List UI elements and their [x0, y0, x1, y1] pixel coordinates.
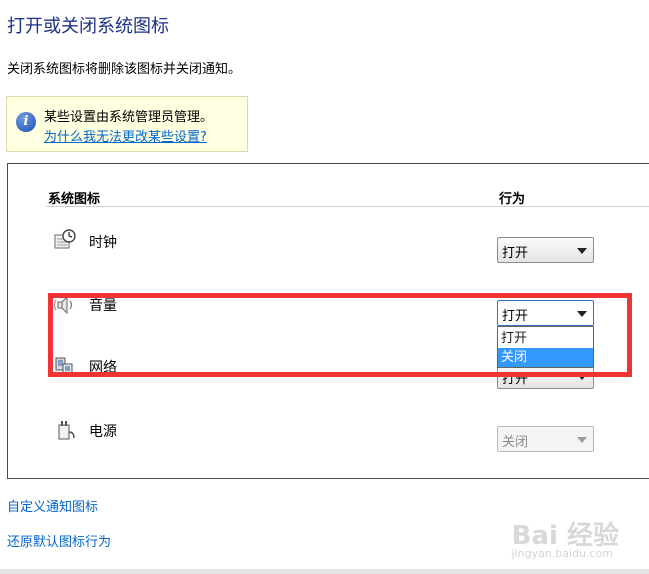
admin-info-box: i 某些设置由系统管理员管理。 为什么我无法更改某些设置?	[6, 96, 248, 152]
clock-behavior-select[interactable]: 打开	[497, 237, 594, 263]
customize-notification-icons-link[interactable]: 自定义通知图标	[7, 496, 98, 515]
annotation-highlight-box	[48, 293, 632, 377]
power-behavior-select: 关闭	[497, 426, 594, 452]
chevron-down-icon	[577, 248, 587, 254]
header-divider	[46, 206, 649, 207]
page-description: 关闭系统图标将删除该图标并关闭通知。	[7, 62, 242, 77]
clock-label: 时钟	[89, 235, 117, 251]
restore-default-icon-behavior-link[interactable]: 还原默认图标行为	[7, 531, 111, 550]
clock-icon	[54, 229, 76, 251]
baidu-watermark-url: jingyan.baidu.com	[511, 547, 613, 560]
clock-behavior-value: 打开	[502, 246, 529, 261]
info-icon: i	[16, 112, 36, 132]
power-label: 电源	[89, 424, 117, 440]
col-header-system-icons: 系统图标	[48, 192, 101, 207]
power-behavior-value: 关闭	[502, 435, 529, 450]
admin-info-text: 某些设置由系统管理员管理。	[44, 110, 214, 125]
col-header-behavior: 行为	[499, 192, 526, 207]
page-title: 打开或关闭系统图标	[7, 16, 169, 37]
bottom-bar	[0, 569, 649, 574]
chevron-down-icon	[577, 437, 587, 443]
why-cant-change-link[interactable]: 为什么我无法更改某些设置?	[44, 126, 207, 145]
power-icon	[54, 420, 76, 442]
